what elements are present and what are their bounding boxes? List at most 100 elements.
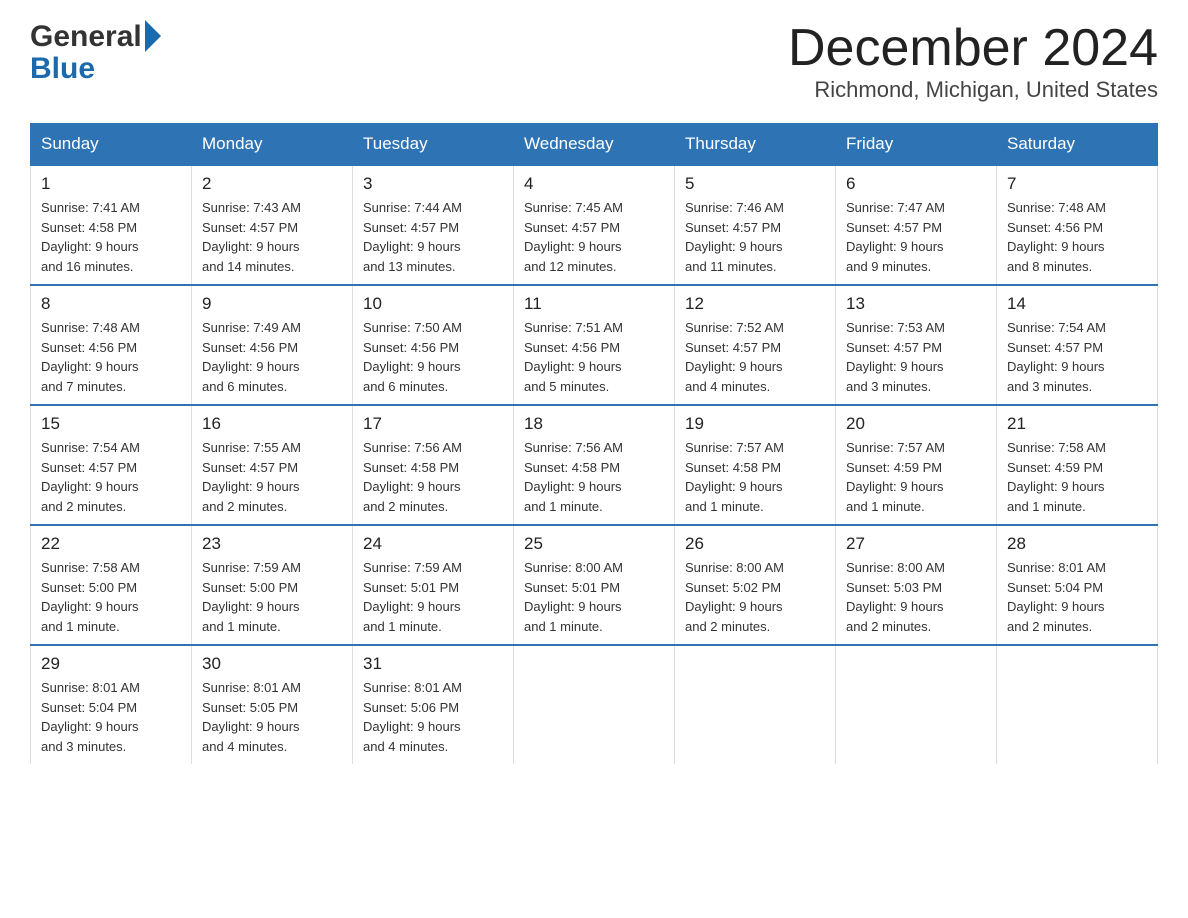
day-info: Sunrise: 7:56 AM Sunset: 4:58 PM Dayligh… [363,438,503,516]
table-row: 11 Sunrise: 7:51 AM Sunset: 4:56 PM Dayl… [514,285,675,405]
table-row [997,645,1158,764]
table-row: 6 Sunrise: 7:47 AM Sunset: 4:57 PM Dayli… [836,165,997,285]
day-number: 29 [41,654,181,674]
table-row: 20 Sunrise: 7:57 AM Sunset: 4:59 PM Dayl… [836,405,997,525]
col-sunday: Sunday [31,124,192,166]
table-row: 21 Sunrise: 7:58 AM Sunset: 4:59 PM Dayl… [997,405,1158,525]
day-number: 13 [846,294,986,314]
table-row: 26 Sunrise: 8:00 AM Sunset: 5:02 PM Dayl… [675,525,836,645]
day-number: 24 [363,534,503,554]
table-row: 18 Sunrise: 7:56 AM Sunset: 4:58 PM Dayl… [514,405,675,525]
table-row [514,645,675,764]
calendar-week-row: 29 Sunrise: 8:01 AM Sunset: 5:04 PM Dayl… [31,645,1158,764]
table-row: 19 Sunrise: 7:57 AM Sunset: 4:58 PM Dayl… [675,405,836,525]
table-row: 30 Sunrise: 8:01 AM Sunset: 5:05 PM Dayl… [192,645,353,764]
table-row: 16 Sunrise: 7:55 AM Sunset: 4:57 PM Dayl… [192,405,353,525]
logo: General Blue [30,20,161,84]
day-number: 15 [41,414,181,434]
table-row: 31 Sunrise: 8:01 AM Sunset: 5:06 PM Dayl… [353,645,514,764]
calendar-week-row: 22 Sunrise: 7:58 AM Sunset: 5:00 PM Dayl… [31,525,1158,645]
table-row: 13 Sunrise: 7:53 AM Sunset: 4:57 PM Dayl… [836,285,997,405]
day-info: Sunrise: 7:45 AM Sunset: 4:57 PM Dayligh… [524,198,664,276]
table-row: 10 Sunrise: 7:50 AM Sunset: 4:56 PM Dayl… [353,285,514,405]
day-info: Sunrise: 7:56 AM Sunset: 4:58 PM Dayligh… [524,438,664,516]
day-number: 19 [685,414,825,434]
day-info: Sunrise: 7:55 AM Sunset: 4:57 PM Dayligh… [202,438,342,516]
col-thursday: Thursday [675,124,836,166]
table-row: 9 Sunrise: 7:49 AM Sunset: 4:56 PM Dayli… [192,285,353,405]
table-row: 14 Sunrise: 7:54 AM Sunset: 4:57 PM Dayl… [997,285,1158,405]
day-number: 17 [363,414,503,434]
table-row: 29 Sunrise: 8:01 AM Sunset: 5:04 PM Dayl… [31,645,192,764]
day-info: Sunrise: 7:54 AM Sunset: 4:57 PM Dayligh… [1007,318,1147,396]
day-number: 8 [41,294,181,314]
day-number: 18 [524,414,664,434]
day-number: 7 [1007,174,1147,194]
month-title: December 2024 [788,20,1158,77]
table-row: 22 Sunrise: 7:58 AM Sunset: 5:00 PM Dayl… [31,525,192,645]
day-info: Sunrise: 8:00 AM Sunset: 5:02 PM Dayligh… [685,558,825,636]
day-number: 4 [524,174,664,194]
table-row [836,645,997,764]
table-row: 24 Sunrise: 7:59 AM Sunset: 5:01 PM Dayl… [353,525,514,645]
col-friday: Friday [836,124,997,166]
day-info: Sunrise: 8:01 AM Sunset: 5:04 PM Dayligh… [41,678,181,756]
table-row: 23 Sunrise: 7:59 AM Sunset: 5:00 PM Dayl… [192,525,353,645]
day-number: 1 [41,174,181,194]
day-info: Sunrise: 7:59 AM Sunset: 5:01 PM Dayligh… [363,558,503,636]
day-number: 6 [846,174,986,194]
col-saturday: Saturday [997,124,1158,166]
day-info: Sunrise: 7:58 AM Sunset: 4:59 PM Dayligh… [1007,438,1147,516]
day-info: Sunrise: 7:59 AM Sunset: 5:00 PM Dayligh… [202,558,342,636]
day-info: Sunrise: 8:01 AM Sunset: 5:06 PM Dayligh… [363,678,503,756]
logo-arrow-icon [145,20,161,52]
table-row: 8 Sunrise: 7:48 AM Sunset: 4:56 PM Dayli… [31,285,192,405]
day-number: 12 [685,294,825,314]
day-info: Sunrise: 7:51 AM Sunset: 4:56 PM Dayligh… [524,318,664,396]
day-info: Sunrise: 7:52 AM Sunset: 4:57 PM Dayligh… [685,318,825,396]
day-info: Sunrise: 8:00 AM Sunset: 5:01 PM Dayligh… [524,558,664,636]
day-info: Sunrise: 7:41 AM Sunset: 4:58 PM Dayligh… [41,198,181,276]
table-row: 5 Sunrise: 7:46 AM Sunset: 4:57 PM Dayli… [675,165,836,285]
page-header: General Blue December 2024 Richmond, Mic… [30,20,1158,103]
day-number: 11 [524,294,664,314]
day-number: 3 [363,174,503,194]
day-info: Sunrise: 7:57 AM Sunset: 4:59 PM Dayligh… [846,438,986,516]
logo-general-text: General [30,22,142,52]
calendar-week-row: 1 Sunrise: 7:41 AM Sunset: 4:58 PM Dayli… [31,165,1158,285]
day-info: Sunrise: 7:44 AM Sunset: 4:57 PM Dayligh… [363,198,503,276]
col-monday: Monday [192,124,353,166]
col-tuesday: Tuesday [353,124,514,166]
day-number: 14 [1007,294,1147,314]
table-row: 17 Sunrise: 7:56 AM Sunset: 4:58 PM Dayl… [353,405,514,525]
day-number: 23 [202,534,342,554]
day-info: Sunrise: 7:43 AM Sunset: 4:57 PM Dayligh… [202,198,342,276]
calendar-table: Sunday Monday Tuesday Wednesday Thursday… [30,123,1158,764]
logo-blue-text: Blue [30,54,161,84]
day-info: Sunrise: 7:54 AM Sunset: 4:57 PM Dayligh… [41,438,181,516]
day-number: 16 [202,414,342,434]
day-number: 21 [1007,414,1147,434]
day-info: Sunrise: 7:49 AM Sunset: 4:56 PM Dayligh… [202,318,342,396]
day-number: 5 [685,174,825,194]
day-info: Sunrise: 7:48 AM Sunset: 4:56 PM Dayligh… [41,318,181,396]
day-number: 30 [202,654,342,674]
day-info: Sunrise: 7:50 AM Sunset: 4:56 PM Dayligh… [363,318,503,396]
day-number: 9 [202,294,342,314]
day-number: 26 [685,534,825,554]
day-number: 10 [363,294,503,314]
table-row: 4 Sunrise: 7:45 AM Sunset: 4:57 PM Dayli… [514,165,675,285]
day-number: 2 [202,174,342,194]
day-number: 28 [1007,534,1147,554]
day-info: Sunrise: 8:01 AM Sunset: 5:05 PM Dayligh… [202,678,342,756]
day-info: Sunrise: 7:48 AM Sunset: 4:56 PM Dayligh… [1007,198,1147,276]
table-row: 3 Sunrise: 7:44 AM Sunset: 4:57 PM Dayli… [353,165,514,285]
table-row: 12 Sunrise: 7:52 AM Sunset: 4:57 PM Dayl… [675,285,836,405]
day-info: Sunrise: 7:58 AM Sunset: 5:00 PM Dayligh… [41,558,181,636]
table-row: 1 Sunrise: 7:41 AM Sunset: 4:58 PM Dayli… [31,165,192,285]
day-number: 25 [524,534,664,554]
day-number: 22 [41,534,181,554]
table-row [675,645,836,764]
day-number: 27 [846,534,986,554]
day-info: Sunrise: 7:57 AM Sunset: 4:58 PM Dayligh… [685,438,825,516]
